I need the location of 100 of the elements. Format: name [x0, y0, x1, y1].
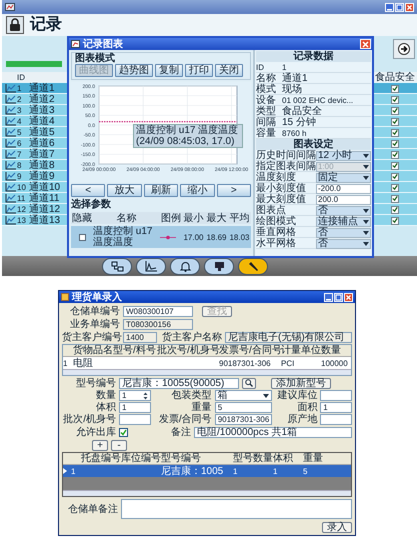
input-field[interactable]: T080300156	[123, 318, 193, 330]
checkbox[interactable]	[391, 106, 399, 114]
column-header: 货物品名	[73, 345, 113, 356]
input-field[interactable]: 1400	[123, 332, 157, 342]
checkbox[interactable]	[391, 118, 399, 126]
close-button[interactable]	[360, 39, 371, 49]
checkbox[interactable]	[391, 206, 399, 214]
mode-button[interactable]: 关闭	[215, 64, 243, 77]
minimize-button[interactable]	[385, 2, 394, 12]
field-label: 面积	[296, 402, 318, 413]
text-area[interactable]	[121, 499, 352, 519]
mode-button[interactable]: 复制	[155, 64, 183, 77]
input-field[interactable]	[320, 390, 352, 401]
field-label: 历史时间间隔	[256, 150, 316, 161]
table-row[interactable]: 温度控制 u17 温度温度 17.00 18.69 18.03	[71, 226, 251, 248]
input-field[interactable]: 90187301-306	[214, 414, 272, 425]
toolbar-button[interactable]	[102, 258, 132, 274]
column-header: 名称	[116, 212, 138, 224]
toolbar-button[interactable]	[136, 258, 166, 274]
table-row[interactable]: 1 尼吉康：1005 1 1 5	[63, 465, 351, 477]
nav-button[interactable]: <	[71, 184, 106, 197]
checkbox[interactable]	[391, 194, 399, 202]
input-field[interactable]: 尼吉康：10055(90005)	[119, 378, 239, 388]
input-field[interactable]: 电阻/100000pcs 共1箱	[194, 426, 352, 438]
section-title: 记录数据	[256, 51, 371, 62]
bell-icon	[178, 260, 192, 272]
scrollbar[interactable]	[63, 369, 351, 375]
mode-button[interactable]: 打印	[185, 64, 213, 77]
toolbar-button[interactable]	[170, 258, 200, 274]
table-cell-text: 9	[17, 171, 22, 182]
toolbar-button[interactable]	[238, 258, 268, 274]
chart-icon	[5, 194, 16, 203]
app-icon	[5, 3, 15, 11]
add-model-button[interactable]: 添加新型号	[271, 378, 331, 388]
submit-button[interactable]: 录入	[322, 522, 352, 532]
nav-button[interactable]: 放大	[107, 184, 142, 197]
dropdown[interactable]: 固定	[316, 172, 371, 182]
input-field[interactable]	[119, 414, 151, 425]
maximize-button[interactable]	[334, 292, 343, 302]
dropdown[interactable]: 否	[316, 238, 371, 248]
table-cell-text: PCI	[281, 358, 296, 368]
nav-button[interactable]: 刷新	[144, 184, 178, 197]
maximize-button[interactable]	[395, 2, 404, 12]
table-cell: 18.69	[205, 232, 228, 242]
row-button[interactable]: -	[111, 440, 127, 450]
nav-button[interactable]: 缩小	[180, 184, 215, 197]
dropdown[interactable]: 否	[316, 228, 371, 238]
dropdown[interactable]: 12 小时	[316, 150, 371, 160]
field-label: 数量	[95, 390, 116, 401]
toolbar-button[interactable]	[204, 258, 234, 274]
field-label: 体积	[95, 402, 116, 413]
input-field[interactable]: 尼吉康电子(无锡)有限公司	[225, 332, 352, 342]
table-cell-text: 1	[273, 466, 278, 476]
close-icon	[362, 40, 369, 48]
spin-field[interactable]: 1	[119, 390, 151, 401]
dropdown[interactable]: 否	[316, 206, 371, 216]
field-label: 图表点	[256, 205, 286, 216]
next-button[interactable]	[393, 39, 415, 59]
row-button[interactable]: +	[92, 440, 108, 450]
field-label: 允许出库	[75, 426, 116, 438]
checkbox[interactable]	[119, 428, 128, 436]
checkbox[interactable]	[391, 84, 399, 92]
close-button[interactable]	[405, 2, 414, 12]
search-button[interactable]	[242, 378, 256, 388]
input-field[interactable]: -200.0	[316, 184, 371, 194]
close-button[interactable]	[344, 292, 353, 302]
input-field[interactable]	[320, 414, 352, 425]
checkbox[interactable]	[391, 128, 399, 136]
table-cell-text: 8	[17, 160, 22, 171]
checkbox[interactable]	[391, 140, 399, 148]
lock-button[interactable]	[6, 16, 24, 34]
scrollbar[interactable]	[63, 490, 351, 496]
column-header: 库位编号	[121, 453, 161, 464]
checkbox[interactable]	[391, 150, 399, 158]
field-label: 最大刻度值	[256, 194, 307, 205]
caret-icon	[363, 242, 369, 246]
checkbox[interactable]	[391, 216, 399, 224]
input-field[interactable]: 1	[119, 402, 151, 413]
dropdown[interactable]: 连接辅点	[316, 216, 371, 226]
minimize-button[interactable]	[324, 292, 333, 302]
mode-button[interactable]: 趋势图	[115, 64, 153, 77]
checkbox[interactable]	[391, 96, 399, 104]
input-field[interactable]: 5	[214, 402, 272, 413]
table-cell: 1	[71, 466, 76, 476]
dropdown[interactable]: 箱	[214, 390, 272, 401]
checkbox[interactable]	[391, 162, 399, 170]
input-field[interactable]: 200.0	[316, 194, 371, 204]
table-cell-text: 1	[63, 358, 68, 368]
input-field[interactable]: W080300107	[123, 306, 193, 316]
checkbox[interactable]	[391, 172, 399, 180]
table-cell-text: 12	[17, 204, 27, 215]
table-cell-text: 通道5	[29, 127, 56, 138]
search-icon	[245, 378, 253, 387]
row-pointer-icon	[63, 468, 67, 474]
field-label: ID	[256, 62, 265, 73]
input-field[interactable]: 1	[320, 402, 352, 413]
table-cell-text: 通道3	[29, 105, 56, 116]
nav-button[interactable]: >	[216, 184, 252, 197]
checkbox[interactable]	[391, 184, 399, 192]
checkbox[interactable]	[78, 234, 86, 240]
